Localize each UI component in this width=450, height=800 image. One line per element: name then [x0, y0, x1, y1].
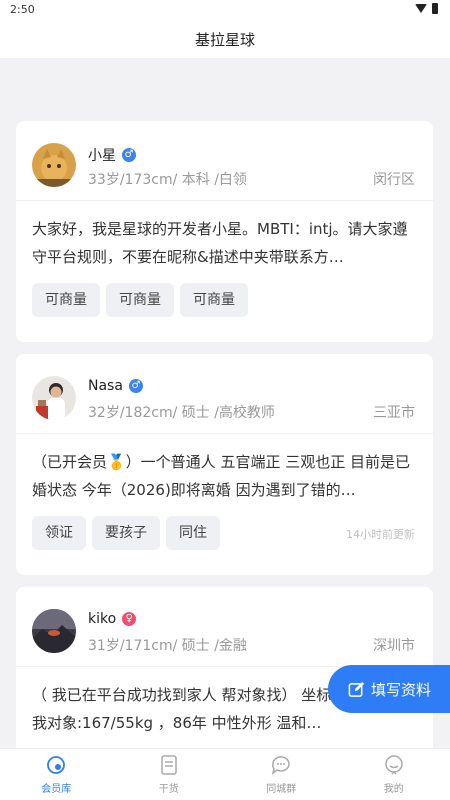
tag: 可商量	[32, 283, 100, 317]
tab-city-group[interactable]: 同城群	[225, 749, 338, 800]
tab-label: 会员库	[41, 784, 72, 795]
tag-row: 可商量 可商量 可商量	[16, 273, 433, 329]
tab-member-library[interactable]: 会员库	[0, 749, 113, 800]
fill-profile-button[interactable]: 填写资料	[328, 665, 450, 713]
tab-label: 干货	[158, 784, 179, 795]
tag-row: 领证 要孩子 同住 14小时前更新	[16, 506, 433, 562]
status-bar: 2:50	[0, 0, 450, 20]
tag: 领证	[32, 516, 86, 550]
wifi-icon	[415, 4, 427, 13]
avatar[interactable]	[32, 143, 76, 187]
document-icon	[161, 755, 177, 775]
member-card[interactable]: Nasa ♂ 32岁/182cm/ 硕士 /高校教师 三亚市 （已开会员🥇）一个…	[16, 354, 433, 575]
tab-label: 同城群	[266, 784, 297, 795]
status-icons	[415, 3, 438, 14]
member-list[interactable]: 小星 ♂ 33岁/173cm/ 本科 /白领 闵行区 大家好，我是星球的开发者小…	[0, 58, 450, 748]
tab-label: 我的	[383, 784, 404, 795]
app-header: 基拉星球	[0, 20, 450, 58]
member-city: 闵行区	[373, 172, 415, 188]
male-symbol-icon: ♂	[122, 148, 136, 162]
member-card[interactable]: 小星 ♂ 33岁/173cm/ 本科 /白领 闵行区 大家好，我是星球的开发者小…	[16, 121, 433, 342]
member-meta: 31岁/171cm/ 硕士 /金融	[88, 638, 247, 654]
status-time: 2:50	[10, 3, 35, 16]
member-city: 深圳市	[373, 638, 415, 654]
avatar[interactable]	[32, 376, 76, 420]
member-meta: 33岁/173cm/ 本科 /白领	[88, 172, 247, 188]
name-row: kiko ♀	[88, 611, 137, 627]
avatar[interactable]	[32, 609, 76, 653]
member-card-header: Nasa ♂ 32岁/182cm/ 硕士 /高校教师 三亚市	[16, 354, 433, 434]
battery-icon	[432, 3, 438, 14]
name-row: Nasa ♂	[88, 378, 143, 394]
name-row: 小星 ♂	[88, 145, 136, 165]
member-meta: 32岁/182cm/ 硕士 /高校教师	[88, 405, 275, 421]
tab-mine[interactable]: 我的	[338, 749, 450, 800]
tag: 可商量	[180, 283, 248, 317]
bottom-tab-bar: 会员库 干货 同城群 我的	[0, 748, 450, 800]
tab-articles[interactable]: 干货	[113, 749, 226, 800]
fill-profile-label: 填写资料	[371, 680, 432, 699]
edit-icon	[348, 681, 365, 697]
member-intro: 大家好，我是星球的开发者小星。MBTI：intj。请大家遵守平台规则，不要在昵称…	[32, 220, 408, 266]
chat-bubble-icon	[272, 756, 290, 775]
planet-icon	[47, 756, 66, 774]
update-time: 14小时前更新	[346, 528, 415, 541]
member-card-header: kiko ♀ 31岁/171cm/ 硕士 /金融 深圳市	[16, 587, 433, 667]
female-symbol-icon: ♀	[122, 612, 137, 626]
tag: 可商量	[106, 283, 174, 317]
male-symbol-icon: ♂	[128, 379, 143, 393]
member-intro: （已开会员🥇）一个普通人 五官端正 三观也正 目前是已婚状态 今年（2026)即…	[32, 453, 410, 499]
tag: 同住	[166, 516, 220, 550]
member-city: 三亚市	[373, 405, 415, 421]
tag: 要孩子	[92, 516, 160, 550]
member-name: 小星	[88, 148, 116, 164]
member-name: kiko	[88, 611, 117, 627]
member-card-header: 小星 ♂ 33岁/173cm/ 本科 /白领 闵行区	[16, 121, 433, 201]
page-title: 基拉星球	[194, 30, 255, 49]
smile-face-icon	[385, 755, 403, 775]
member-name: Nasa	[88, 378, 123, 394]
